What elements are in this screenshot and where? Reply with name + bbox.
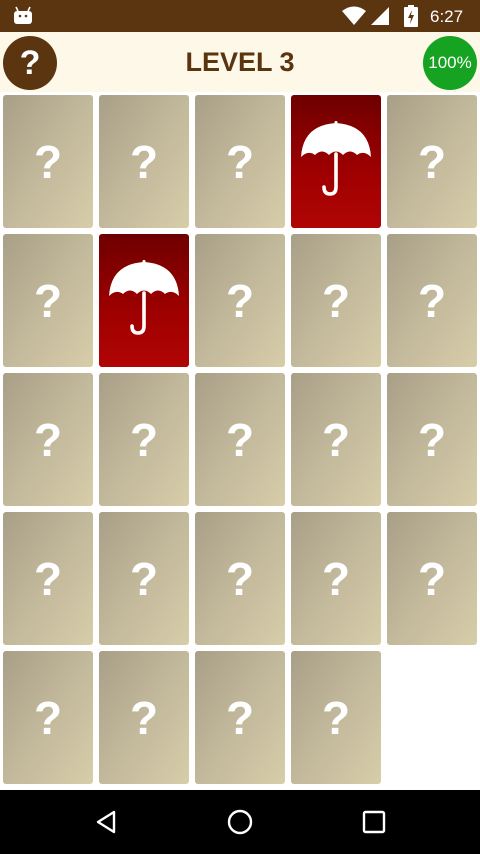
memory-card[interactable]: ? <box>3 373 93 506</box>
memory-card[interactable]: ? <box>99 95 189 228</box>
recents-icon[interactable] <box>360 808 388 836</box>
memory-card[interactable]: ? <box>291 512 381 645</box>
cell-signal-icon <box>371 7 389 25</box>
umbrella-icon <box>301 121 371 196</box>
question-mark: ? <box>417 274 447 327</box>
memory-card[interactable]: ? <box>99 512 189 645</box>
question-mark: ? <box>225 552 255 605</box>
memory-card[interactable]: ? <box>3 651 93 784</box>
question-icon: ? <box>20 44 41 82</box>
memory-card[interactable]: ? <box>387 512 477 645</box>
memory-card[interactable]: ? <box>387 234 477 367</box>
memory-card[interactable]: ? <box>195 373 285 506</box>
memory-card-revealed[interactable] <box>291 95 381 228</box>
question-mark: ? <box>321 691 351 744</box>
back-icon[interactable] <box>92 808 120 836</box>
question-mark: ? <box>225 413 255 466</box>
question-mark: ? <box>417 552 447 605</box>
question-mark: ? <box>225 135 255 188</box>
memory-card[interactable]: ? <box>3 512 93 645</box>
question-mark: ? <box>321 552 351 605</box>
memory-card[interactable]: ? <box>195 95 285 228</box>
question-mark: ? <box>417 413 447 466</box>
question-mark: ? <box>33 552 63 605</box>
memory-card[interactable]: ? <box>3 95 93 228</box>
question-mark: ? <box>129 691 159 744</box>
level-title: LEVEL 3 <box>185 47 295 77</box>
memory-card[interactable]: ? <box>291 234 381 367</box>
memory-card[interactable]: ? <box>99 651 189 784</box>
question-mark: ? <box>33 135 63 188</box>
question-mark: ? <box>417 135 447 188</box>
memory-card-revealed[interactable] <box>99 234 189 367</box>
progress-badge: 100% <box>423 36 477 90</box>
svg-text:?: ? <box>20 44 41 82</box>
question-mark: ? <box>129 413 159 466</box>
card-grid: ?????????????????????? <box>3 95 477 785</box>
question-mark: ? <box>33 413 63 466</box>
memory-card[interactable]: ? <box>195 651 285 784</box>
question-mark: ? <box>321 274 351 327</box>
memory-card[interactable]: ? <box>3 234 93 367</box>
question-mark: ? <box>225 274 255 327</box>
memory-card[interactable]: ? <box>99 373 189 506</box>
status-bar: 6:27 <box>0 0 480 32</box>
android-icon <box>14 6 32 24</box>
memory-card[interactable]: ? <box>291 373 381 506</box>
question-mark: ? <box>321 413 351 466</box>
game-header: ? LEVEL 3 100% <box>0 32 480 92</box>
wifi-icon <box>342 6 366 25</box>
umbrella-icon <box>109 260 179 335</box>
question-mark: ? <box>225 691 255 744</box>
status-time: 6:27 <box>430 7 464 26</box>
memory-card[interactable]: ? <box>291 651 381 784</box>
memory-card[interactable]: ? <box>195 512 285 645</box>
help-button[interactable]: ? <box>3 36 57 90</box>
home-icon[interactable] <box>226 808 254 836</box>
memory-card[interactable]: ? <box>195 234 285 367</box>
question-mark: ? <box>129 135 159 188</box>
navigation-bar <box>0 790 480 854</box>
battery-charging-icon <box>404 5 418 27</box>
question-mark: ? <box>33 274 63 327</box>
question-mark: ? <box>129 552 159 605</box>
memory-card[interactable]: ? <box>387 373 477 506</box>
question-mark: ? <box>33 691 63 744</box>
memory-card[interactable]: ? <box>387 95 477 228</box>
